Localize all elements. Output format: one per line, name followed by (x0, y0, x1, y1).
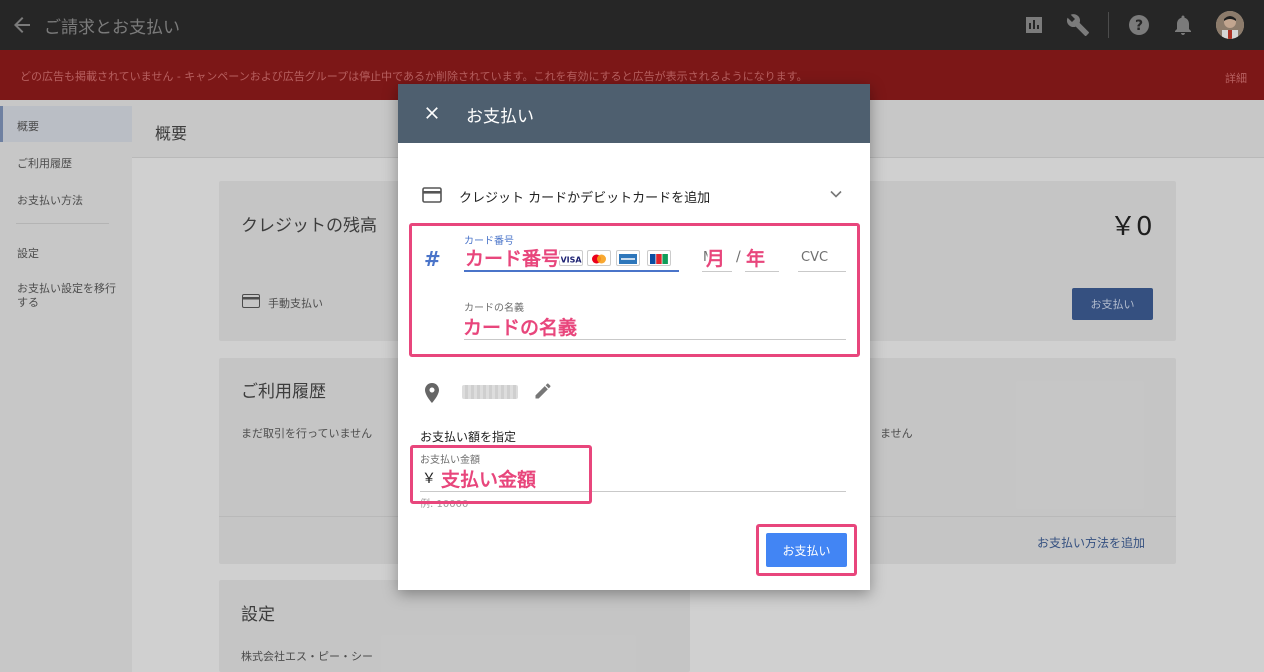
pay-button[interactable]: お支払い (766, 533, 847, 567)
card-details-highlight (409, 223, 860, 357)
amount-section-title: お支払い額を指定 (420, 430, 517, 444)
amount-highlight (410, 445, 592, 504)
dialog-title: お支払い (466, 107, 534, 127)
credit-card-icon (422, 187, 442, 203)
location-pin-icon (425, 383, 439, 403)
billing-address (462, 385, 518, 399)
close-icon[interactable] (422, 103, 442, 123)
dialog-header: お支払い (398, 84, 870, 143)
pencil-icon[interactable] (533, 381, 553, 401)
payment-dialog: お支払い クレジット カードかデビットカードを追加 # カード番号 VISA カ… (398, 84, 870, 590)
chevron-down-icon[interactable] (828, 186, 844, 202)
payment-method-select[interactable]: クレジット カードかデビットカードを追加 (459, 187, 710, 206)
